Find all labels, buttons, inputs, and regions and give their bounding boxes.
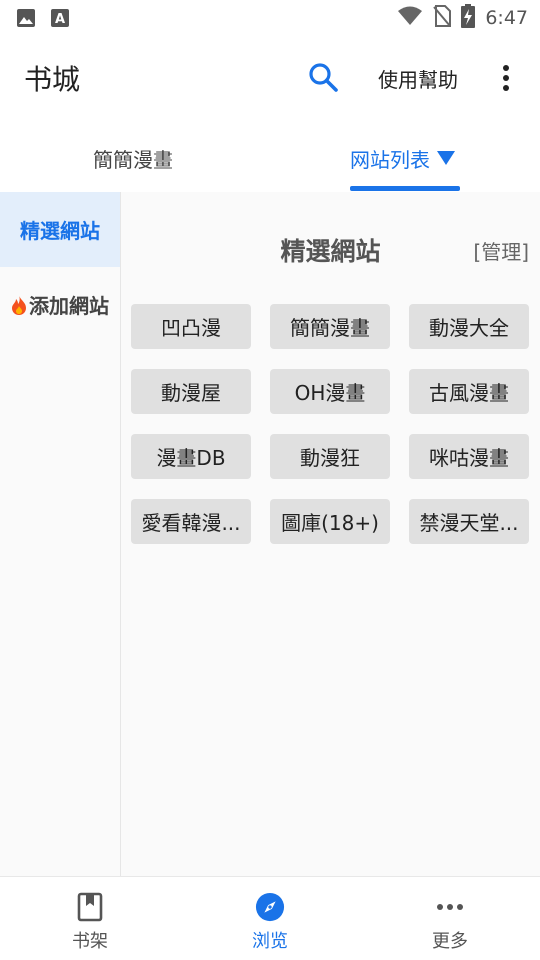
search-icon (309, 63, 338, 92)
site-button[interactable]: 古風漫畫 (409, 369, 529, 414)
site-button-label: OH漫畫 (294, 381, 366, 405)
site-button[interactable]: 動漫狂 (270, 434, 390, 479)
site-list-panel: 精選網站 [管理] 凹凸漫 簡簡漫畫 動漫大全 動漫屋 OH漫畫 古風漫畫 漫畫… (121, 192, 540, 876)
site-button-label: 動漫狂 (300, 446, 360, 470)
nav-label: 书架 (72, 931, 108, 952)
site-button-label: 凹凸漫 (161, 316, 221, 340)
search-button[interactable] (306, 60, 340, 94)
tab-site-list[interactable]: 网站列表 (350, 144, 456, 173)
site-button-label: 動漫大全 (429, 316, 509, 340)
battery-charging-icon (461, 4, 476, 32)
status-bar: A 6:47 (0, 0, 540, 36)
bottom-nav: 书架 浏览 更多 (0, 876, 540, 960)
site-button-label: 愛看韓漫... (141, 511, 241, 535)
svg-text:A: A (55, 12, 65, 27)
tab-label: 网站列表 (350, 148, 430, 172)
text-a-icon: A (50, 8, 70, 32)
site-button[interactable]: 簡簡漫畫 (270, 304, 390, 349)
tab-indicator (350, 186, 460, 191)
page-title: 书城 (24, 63, 81, 96)
wifi-icon (397, 6, 423, 30)
site-button-label: 圖庫(18+) (281, 511, 379, 535)
nav-more[interactable]: 更多 (360, 877, 540, 960)
no-sim-icon (433, 5, 452, 31)
app-bar: 书城 使用幫助 (0, 36, 540, 122)
nav-label: 更多 (432, 931, 468, 952)
site-button-label: 咪咕漫畫 (429, 446, 509, 470)
sidebar-item-label: 添加網站 (29, 294, 109, 318)
fire-icon (11, 294, 27, 315)
tab-label: 簡簡漫畫 (93, 148, 173, 172)
site-button[interactable]: 凹凸漫 (131, 304, 251, 349)
manage-button[interactable]: [管理] (473, 236, 529, 265)
bookmark-book-icon (75, 891, 105, 923)
site-button[interactable]: 動漫屋 (131, 369, 251, 414)
sidebar: 精選網站 添加網站 (0, 192, 121, 876)
site-button-label: 簡簡漫畫 (290, 316, 370, 340)
site-button[interactable]: 圖庫(18+) (270, 499, 390, 544)
site-button-label: 動漫屋 (161, 381, 221, 405)
site-button-label: 古風漫畫 (429, 381, 509, 405)
help-button[interactable]: 使用幫助 (378, 64, 458, 93)
more-vert-icon (503, 65, 509, 91)
site-button[interactable]: OH漫畫 (270, 369, 390, 414)
more-menu-button[interactable] (496, 62, 516, 94)
site-button[interactable]: 動漫大全 (409, 304, 529, 349)
status-time: 6:47 (485, 7, 528, 29)
compass-icon (255, 891, 285, 923)
site-grid: 凹凸漫 簡簡漫畫 動漫大全 動漫屋 OH漫畫 古風漫畫 漫畫DB 動漫狂 咪咕漫… (131, 304, 531, 544)
site-button-label: 禁漫天堂... (419, 511, 519, 535)
nav-bookshelf[interactable]: 书架 (0, 877, 180, 960)
site-button[interactable]: 咪咕漫畫 (409, 434, 529, 479)
site-button[interactable]: 愛看韓漫... (131, 499, 251, 544)
nav-browse[interactable]: 浏览 (180, 877, 360, 960)
site-button[interactable]: 禁漫天堂... (409, 499, 529, 544)
sidebar-item-label: 精選網站 (20, 219, 100, 243)
site-button-label: 漫畫DB (156, 446, 226, 470)
sidebar-item-add-site[interactable]: 添加網站 (0, 267, 120, 342)
tab-simple-manga[interactable]: 簡簡漫畫 (93, 144, 173, 173)
site-button[interactable]: 漫畫DB (131, 434, 251, 479)
nav-label: 浏览 (252, 931, 288, 952)
tab-bar: 簡簡漫畫 网站列表 (0, 122, 540, 192)
sidebar-item-featured-sites[interactable]: 精選網站 (0, 192, 120, 267)
dropdown-triangle-icon (436, 147, 456, 171)
image-icon (16, 8, 36, 32)
more-horiz-icon (435, 891, 465, 923)
